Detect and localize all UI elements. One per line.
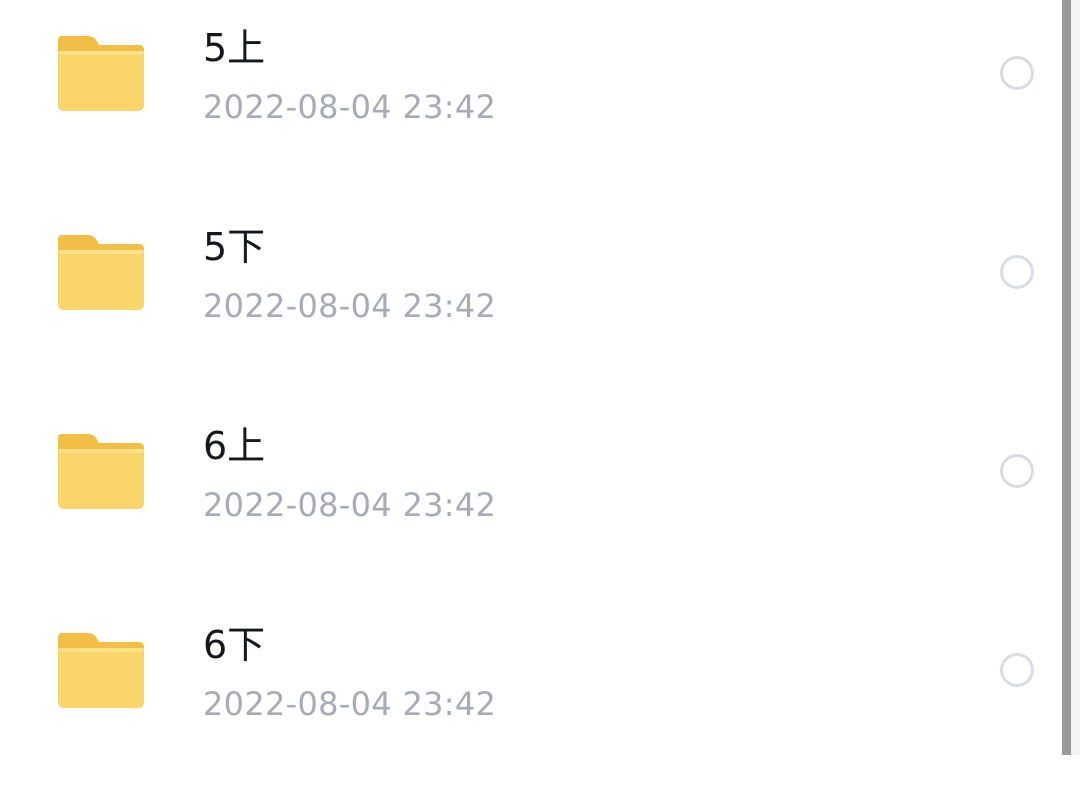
- file-modified-time: 2022-08-04 23:42: [203, 486, 497, 524]
- select-radio[interactable]: [1000, 653, 1034, 687]
- file-row-2[interactable]: 5下 2022-08-04 23:42: [0, 199, 1062, 398]
- window-edge: [1071, 0, 1080, 755]
- folder-icon: [57, 432, 145, 510]
- folder-icon: [57, 34, 145, 112]
- file-row-1[interactable]: 5上 2022-08-04 23:42: [0, 0, 1062, 199]
- file-name: 6上: [203, 424, 266, 468]
- select-radio[interactable]: [1000, 454, 1034, 488]
- file-modified-time: 2022-08-04 23:42: [203, 88, 497, 126]
- scrollbar[interactable]: [1062, 0, 1071, 755]
- file-name: 6下: [203, 623, 266, 667]
- file-row-4[interactable]: 6下 2022-08-04 23:42: [0, 597, 1062, 796]
- folder-icon: [57, 233, 145, 311]
- select-radio[interactable]: [1000, 255, 1034, 289]
- file-name: 5上: [203, 26, 266, 70]
- select-radio[interactable]: [1000, 56, 1034, 90]
- folder-icon: [57, 631, 145, 709]
- file-list: 5上 2022-08-04 23:42 5下 2022-08-04 23:42 …: [0, 0, 1062, 755]
- file-modified-time: 2022-08-04 23:42: [203, 685, 497, 723]
- file-modified-time: 2022-08-04 23:42: [203, 287, 497, 325]
- file-row-3[interactable]: 6上 2022-08-04 23:42: [0, 398, 1062, 597]
- file-name: 5下: [203, 225, 266, 269]
